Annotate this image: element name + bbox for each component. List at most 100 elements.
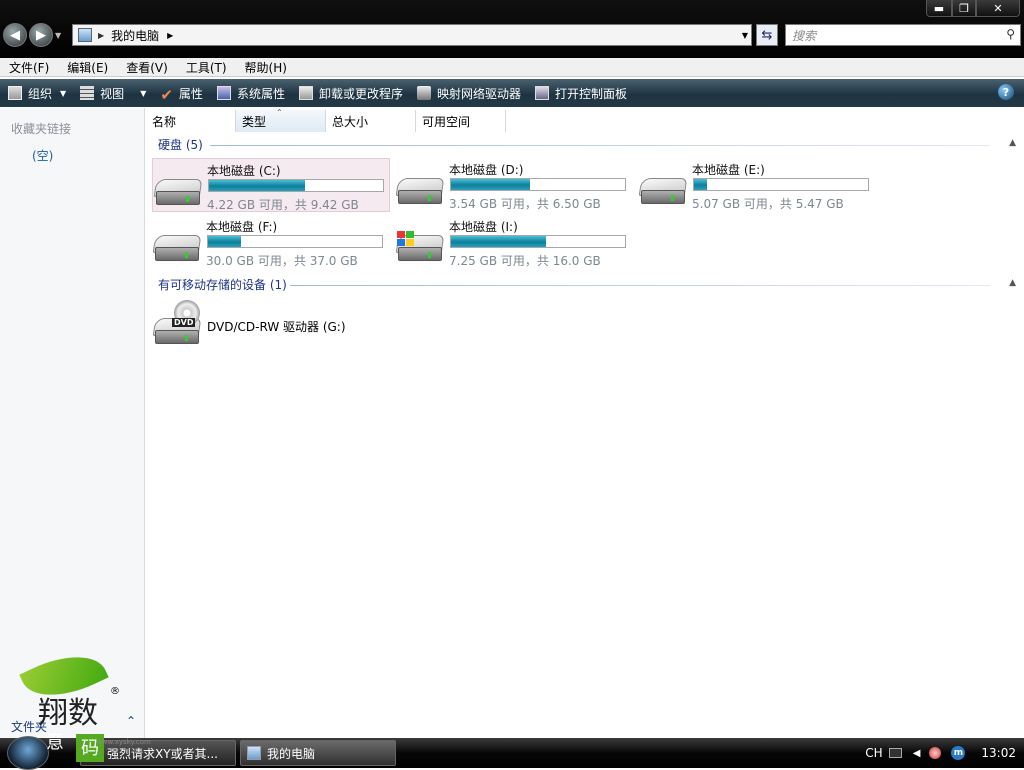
drive-item[interactable]: 本地磁盘 (F:) 30.0 GB 可用，共 37.0 GB [152,215,390,269]
show-hidden-icons-icon[interactable]: ◀ [913,748,921,759]
collapse-chevron-icon[interactable]: ▲ [1009,138,1016,148]
taskbar-item-active[interactable]: 我的电脑 [240,740,396,766]
taskbar-item[interactable]: 强烈请求XY或者其... [80,740,236,766]
windows-logo-icon [397,231,415,247]
menu-file[interactable]: 文件(F) [0,59,58,76]
column-type[interactable]: ⌃ 类型 [236,108,326,132]
network-drive-icon [416,86,431,100]
start-button[interactable] [7,736,49,770]
hard-drive-icon [395,178,445,206]
folders-toggle[interactable]: 文件夹 [11,718,47,735]
help-icon[interactable]: ? [998,84,1014,100]
group-header-hard-disks[interactable]: 硬盘 (5) [158,136,203,152]
drive-free-space: 5.07 GB 可用，共 5.47 GB [692,197,844,211]
group-header-removable[interactable]: 有可移动存储的设备 (1) [158,276,287,292]
group-divider [210,145,990,146]
search-icon[interactable]: ⚲ [1006,27,1015,41]
messenger-icon[interactable]: m [951,746,966,760]
column-name[interactable]: 名称 [146,110,236,132]
system-drive-icon [395,231,445,263]
dvd-label: DVD [172,318,196,327]
menu-edit[interactable]: 编辑(E) [58,59,117,76]
drive-name: DVD/CD-RW 驱动器 (G:) [207,320,346,334]
taskbar: 强烈请求XY或者其... 我的电脑 CH ◀ m 13:02 [0,736,1024,770]
properties-button[interactable]: ✔ 属性 [160,85,203,104]
keyboard-icon[interactable] [888,748,902,758]
map-network-drive-button[interactable]: 映射网络驱动器 [416,85,521,102]
views-button[interactable]: 视图 ▼ [80,85,146,102]
chevron-down-icon: ▼ [60,88,67,98]
drive-usage-bar [450,235,626,248]
minimize-button[interactable]: ▬ [926,0,952,17]
system-tray: CH ◀ m 13:02 [865,738,1024,768]
hard-drive-icon [152,235,202,263]
browser-icon [87,746,101,760]
drive-name: 本地磁盘 (I:) [449,220,518,234]
drive-item[interactable]: 本地磁盘 (I:) 7.25 GB 可用，共 16.0 GB [395,215,633,269]
favorite-links-empty: (空) [32,149,54,163]
programs-icon [298,86,313,100]
drive-usage-bar [208,179,384,192]
back-button[interactable]: ◀ [3,23,27,47]
forward-button[interactable]: ▶ [29,23,53,47]
drive-free-space: 30.0 GB 可用，共 37.0 GB [206,254,358,268]
organize-icon [8,86,22,100]
menu-bar: 文件(F) 编辑(E) 查看(V) 工具(T) 帮助(H) [0,58,1024,77]
hard-drive-icon [638,178,688,206]
breadcrumb-separator-icon[interactable]: ▶ [98,31,104,40]
drive-free-space: 3.54 GB 可用，共 6.50 GB [449,197,601,211]
address-dropdown-icon[interactable]: ▼ [742,31,748,40]
control-panel-button[interactable]: 打开控制面板 [534,85,627,102]
title-bar: ▬ ❐ ✕ ◀ ▶ ▼ ▶ 我的电脑 ▶ ▼ ⇆ 搜索 ⚲ [0,0,1024,58]
refresh-button[interactable]: ⇆ [756,24,778,46]
drive-item[interactable]: 本地磁盘 (E:) 5.07 GB 可用，共 5.47 GB [638,158,876,212]
language-indicator[interactable]: CH [865,746,882,760]
favorite-links-heading: 收藏夹链接 [11,122,72,136]
organize-button[interactable]: 组织 ▼ [8,85,66,102]
checkmark-icon: ✔ [160,86,173,104]
drive-usage-bar [693,178,869,191]
drive-item[interactable]: 本地磁盘 (C:) 4.22 GB 可用，共 9.42 GB [152,158,390,212]
chevron-down-icon: ▼ [140,88,147,98]
column-headers: 名称 ⌃ 类型 总大小 可用空间 [146,108,506,132]
menu-tools[interactable]: 工具(T) [177,59,236,76]
views-icon [80,86,95,100]
drive-name: 本地磁盘 (E:) [692,163,765,177]
drive-name: 本地磁盘 (D:) [449,163,524,177]
breadcrumb-chevron-icon[interactable]: ▶ [167,31,173,40]
system-properties-button[interactable]: 系统属性 [216,85,285,102]
drive-name: 本地磁盘 (F:) [206,220,278,234]
column-total-size[interactable]: 总大小 [326,110,416,132]
drive-usage-bar [450,178,626,191]
column-free-space[interactable]: 可用空间 [416,110,506,132]
sort-ascending-icon: ⌃ [276,108,283,117]
hard-drive-icon [153,179,203,207]
address-bar[interactable]: ▶ 我的电脑 ▶ ▼ [72,24,752,46]
tray-app-icon[interactable] [929,747,942,759]
control-panel-icon [534,86,549,100]
uninstall-button[interactable]: 卸载或更改程序 [298,85,403,102]
drive-name: 本地磁盘 (C:) [207,164,281,178]
clock[interactable]: 13:02 [981,746,1016,760]
breadcrumb-my-computer[interactable]: 我的电脑 [111,27,159,44]
collapse-chevron-icon[interactable]: ▲ [1009,278,1016,288]
computer-icon [78,28,92,42]
drive-usage-bar [207,235,383,248]
menu-help[interactable]: 帮助(H) [236,59,296,76]
search-box[interactable]: 搜索 ⚲ [785,24,1021,46]
monitor-icon [216,86,231,100]
recent-pages-dropdown-icon[interactable]: ▼ [55,31,61,40]
close-button[interactable]: ✕ [976,0,1020,17]
computer-icon [247,746,261,760]
search-input[interactable]: 搜索 [792,27,816,44]
dvd-drive-item[interactable]: DVD DVD/CD-RW 驱动器 (G:) [152,300,392,350]
drive-free-space: 7.25 GB 可用，共 16.0 GB [449,254,601,268]
window-controls: ▬ ❐ ✕ [926,0,1020,17]
drive-free-space: 4.22 GB 可用，共 9.42 GB [207,198,359,212]
drive-item[interactable]: 本地磁盘 (D:) 3.54 GB 可用，共 6.50 GB [395,158,633,212]
menu-view[interactable]: 查看(V) [117,59,177,76]
navigation-pane: 收藏夹链接 (空) 文件夹 ⌃ [0,108,145,738]
chevron-up-icon[interactable]: ⌃ [126,714,136,728]
maximize-button[interactable]: ❐ [952,0,976,17]
explorer-window: ▬ ❐ ✕ ◀ ▶ ▼ ▶ 我的电脑 ▶ ▼ ⇆ 搜索 ⚲ 文件(F) 编辑(E… [0,0,1024,738]
